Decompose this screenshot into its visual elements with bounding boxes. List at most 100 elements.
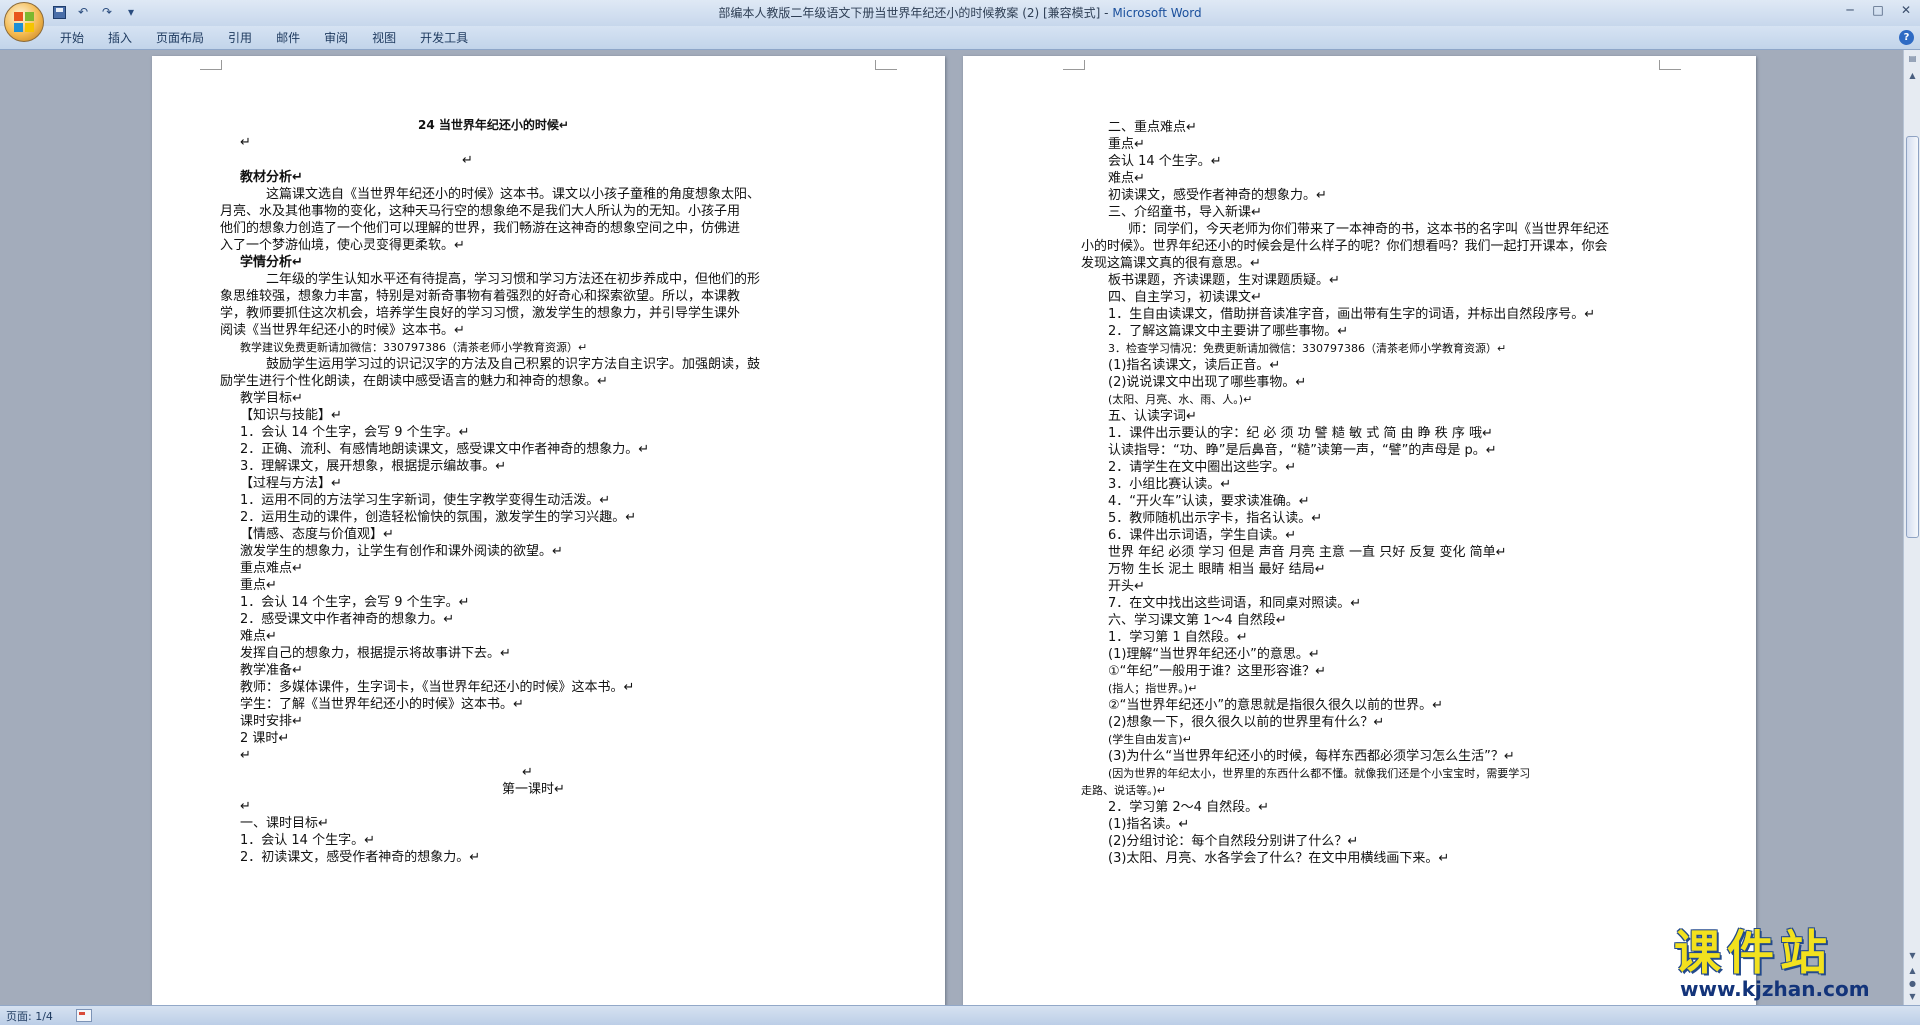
- scroll-up-icon[interactable]: ▲: [1905, 68, 1920, 83]
- document-line[interactable]: 教学目标↵: [240, 390, 303, 408]
- document-line[interactable]: 重点难点↵: [240, 560, 303, 578]
- document-line[interactable]: 2．请学生在文中圈出这些字。↵: [1108, 459, 1296, 477]
- document-line[interactable]: 教材分析↵: [240, 169, 303, 187]
- document-line[interactable]: 【过程与方法】↵: [240, 475, 342, 493]
- document-line[interactable]: 五、认读字词↵: [1108, 408, 1197, 426]
- document-line[interactable]: 1．会认 14 个生字，会写 9 个生字。↵: [240, 594, 470, 612]
- document-line[interactable]: 学情分析↵: [240, 254, 303, 272]
- ribbon-tab[interactable]: 邮件: [264, 26, 312, 50]
- document-line[interactable]: (2)说说课文中出现了哪些事物。↵: [1108, 374, 1306, 392]
- document-line[interactable]: 励学生进行个性化朗读，在朗读中感受语言的魅力和神奇的想象。↵: [220, 373, 608, 391]
- document-line[interactable]: 象思维较强，想象力丰富，特别是对新奇事物有着强烈的好奇心和探索欲望。所以，本课教: [220, 288, 740, 306]
- document-line[interactable]: 难点↵: [1108, 170, 1145, 188]
- help-icon[interactable]: ?: [1899, 30, 1914, 45]
- document-line[interactable]: 2．感受课文中作者神奇的想象力。↵: [240, 611, 454, 629]
- document-line[interactable]: 走路、说话等。)↵: [1081, 782, 1166, 800]
- document-line[interactable]: (因为世界的年纪太小，世界里的东西什么都不懂。就像我们还是个小宝宝时，需要学习: [1108, 765, 1530, 783]
- document-line[interactable]: ②“当世界年纪还小”的意思就是指很久很久以前的世界。↵: [1108, 697, 1443, 715]
- document-line[interactable]: 月亮、水及其他事物的变化，这种天马行空的想象绝不是我们大人所认为的无知。小孩子用: [220, 203, 740, 221]
- document-line[interactable]: (1)理解“当世界年纪还小”的意思。↵: [1108, 646, 1320, 664]
- document-line[interactable]: 师：同学们，今天老师为你们带来了一本神奇的书，这本书的名字叫《当世界年纪还: [1128, 221, 1609, 239]
- ribbon-tab[interactable]: 插入: [96, 26, 144, 50]
- document-line[interactable]: 学生：了解《当世界年纪还小的时候》这本书。↵: [240, 696, 524, 714]
- document-line[interactable]: 2．正确、流利、有感情地朗读课文，感受课文中作者神奇的想象力。↵: [240, 441, 649, 459]
- ruler-toggle-icon[interactable]: ▤: [1905, 51, 1920, 66]
- document-line[interactable]: 1．生自由读课文，借助拼音读准字音，画出带有生字的词语，并标出自然段序号。↵: [1108, 306, 1595, 324]
- document-line[interactable]: (指人；指世界。)↵: [1108, 680, 1197, 698]
- document-line[interactable]: 激发学生的想象力，让学生有创作和课外阅读的欲望。↵: [240, 543, 563, 561]
- document-line[interactable]: 5．教师随机出示字卡，指名认读。↵: [1108, 510, 1322, 528]
- ribbon-tab[interactable]: 开发工具: [408, 26, 480, 50]
- document-line[interactable]: 三、介绍童书，导入新课↵: [1108, 204, 1262, 222]
- document-line[interactable]: 入了一个梦游仙境，使心灵变得更柔软。↵: [220, 237, 465, 255]
- document-line[interactable]: 他们的想象力创造了一个他们可以理解的世界，我们畅游在这神奇的想象空间之中，仿佛进: [220, 220, 740, 238]
- document-line[interactable]: 四、自主学习，初读课文↵: [1108, 289, 1262, 307]
- document-line[interactable]: (3)太阳、月亮、水各学会了什么？在文中用横线画下来。↵: [1108, 850, 1449, 868]
- document-line[interactable]: 鼓励学生运用学习过的识记汉字的方法及自己积累的识字方法自主识字。加强朗读，鼓: [266, 356, 760, 374]
- document-line[interactable]: ↵: [240, 798, 251, 816]
- document-line[interactable]: 发挥自己的想象力，根据提示将故事讲下去。↵: [240, 645, 511, 663]
- document-area[interactable]: 24 当世界年纪还小的时候↵ ↵ ↵ 教材分析↵ 这篇课文选自《当世界年纪还小的时候》这…: [0, 50, 1903, 1005]
- document-line[interactable]: 重点↵: [1108, 136, 1145, 154]
- document-line[interactable]: 教学建议免费更新请加微信：330797386（清茶老师小学教育资源）↵: [240, 339, 587, 357]
- document-line[interactable]: 2．运用生动的课件，创造轻松愉快的氛围，激发学生的学习兴趣。↵: [240, 509, 636, 527]
- document-line[interactable]: 二、重点难点↵: [1108, 119, 1197, 137]
- document-line[interactable]: (1)指名读课文，读后正音。↵: [1108, 357, 1280, 375]
- document-line[interactable]: ↵: [462, 152, 473, 170]
- ribbon-tab[interactable]: 视图: [360, 26, 408, 50]
- document-line[interactable]: 1．课件出示要认的字：纪 必 须 功 譬 糙 敏 式 简 由 睁 秩 序 哦↵: [1108, 425, 1493, 443]
- document-line[interactable]: (1)指名读。↵: [1108, 816, 1189, 834]
- document-line[interactable]: 2 课时↵: [240, 730, 289, 748]
- document-line[interactable]: 课时安排↵: [240, 713, 303, 731]
- document-line[interactable]: 阅读《当世界年纪还小的时候》这本书。↵: [220, 322, 465, 340]
- document-line[interactable]: 开头↵: [1108, 578, 1145, 596]
- document-line[interactable]: 【知识与技能】↵: [240, 407, 342, 425]
- document-line[interactable]: 小的时候》。世界年纪还小的时候会是什么样子的呢？你们想看吗？我们一起打开课本，你…: [1081, 238, 1608, 256]
- page-indicator[interactable]: 页面: 1/4: [6, 1008, 53, 1024]
- document-line[interactable]: 学，教师要抓住这次机会，培养学生良好的学习习惯，激发学生的想象力，并引导学生课外: [220, 305, 740, 323]
- document-page-2[interactable]: 二、重点难点↵ 重点↵ 会认 14 个生字。↵ 难点↵ 初读课文，感受作者神奇的想象力。…: [963, 56, 1756, 1005]
- ribbon-tab[interactable]: 审阅: [312, 26, 360, 50]
- document-line[interactable]: (3)为什么“当世界年纪还小的时候，每样东西都必须学习怎么生活”？↵: [1108, 748, 1515, 766]
- document-line[interactable]: 3．小组比赛认读。↵: [1108, 476, 1231, 494]
- document-line[interactable]: 1．会认 14 个生字。↵: [240, 832, 375, 850]
- document-line[interactable]: 2．初读课文，感受作者神奇的想象力。↵: [240, 849, 480, 867]
- document-line[interactable]: 这篇课文选自《当世界年纪还小的时候》这本书。课文以小孩子童稚的角度想象太阳、: [266, 186, 760, 204]
- document-line[interactable]: 6．课件出示词语，学生自读。↵: [1108, 527, 1296, 545]
- ribbon-tab[interactable]: 页面布局: [144, 26, 216, 50]
- document-line[interactable]: 二年级的学生认知水平还有待提高，学习习惯和学习方法还在初步养成中，但他们的形: [266, 271, 760, 289]
- document-line[interactable]: 板书课题，齐读课题，生对课题质疑。↵: [1108, 272, 1340, 290]
- document-line[interactable]: 第一课时↵: [502, 781, 565, 799]
- ribbon-tab[interactable]: 引用: [216, 26, 264, 50]
- document-line[interactable]: 1．会认 14 个生字，会写 9 个生字。↵: [240, 424, 470, 442]
- document-line[interactable]: 教学准备↵: [240, 662, 303, 680]
- document-line[interactable]: 教师：多媒体课件，生字词卡，《当世界年纪还小的时候》这本书。↵: [240, 679, 634, 697]
- office-button[interactable]: [4, 2, 44, 42]
- minimize-icon[interactable]: ─: [1836, 0, 1864, 20]
- document-line[interactable]: 初读课文，感受作者神奇的想象力。↵: [1108, 187, 1327, 205]
- document-line[interactable]: 24 当世界年纪还小的时候↵: [418, 116, 569, 134]
- document-line[interactable]: (2)想象一下，很久很久以前的世界里有什么？↵: [1108, 714, 1384, 732]
- vertical-scrollbar[interactable]: ▤ ▲ ▼ ▲ ● ▼: [1903, 50, 1920, 1005]
- document-line[interactable]: 六、学习课文第 1～4 自然段↵: [1108, 612, 1287, 630]
- document-line[interactable]: (太阳、月亮、水、雨、人。)↵: [1108, 391, 1252, 409]
- document-line[interactable]: 难点↵: [240, 628, 277, 646]
- document-line[interactable]: 万物 生长 泥土 眼睛 相当 最好 结局↵: [1108, 561, 1326, 579]
- document-line[interactable]: 重点↵: [240, 577, 277, 595]
- document-line[interactable]: 【情感、态度与价值观】↵: [240, 526, 394, 544]
- document-line[interactable]: 7．在文中找出这些词语，和同桌对照读。↵: [1108, 595, 1361, 613]
- document-line[interactable]: 会认 14 个生字。↵: [1108, 153, 1222, 171]
- document-line[interactable]: ↵: [240, 747, 251, 765]
- document-line[interactable]: (学生自由发言)↵: [1108, 731, 1192, 749]
- document-page-1[interactable]: 24 当世界年纪还小的时候↵ ↵ ↵ 教材分析↵ 这篇课文选自《当世界年纪还小的时候》这…: [152, 56, 945, 1005]
- document-line[interactable]: 1．学习第 1 自然段。↵: [1108, 629, 1248, 647]
- proofing-icon[interactable]: [76, 1009, 92, 1022]
- close-icon[interactable]: ✕: [1892, 0, 1920, 20]
- scroll-thumb[interactable]: [1906, 136, 1919, 538]
- document-line[interactable]: ↵: [522, 764, 533, 782]
- document-line[interactable]: 认读指导：“功、睁”是后鼻音，“糙”读第一声，“譬”的声母是 p。↵: [1108, 442, 1497, 460]
- ribbon-tab[interactable]: 开始: [48, 26, 96, 50]
- document-line[interactable]: (2)分组讨论：每个自然段分别讲了什么？↵: [1108, 833, 1358, 851]
- document-line[interactable]: ①“年纪”一般用于谁？这里形容谁？↵: [1108, 663, 1326, 681]
- document-line[interactable]: 2．学习第 2～4 自然段。↵: [1108, 799, 1269, 817]
